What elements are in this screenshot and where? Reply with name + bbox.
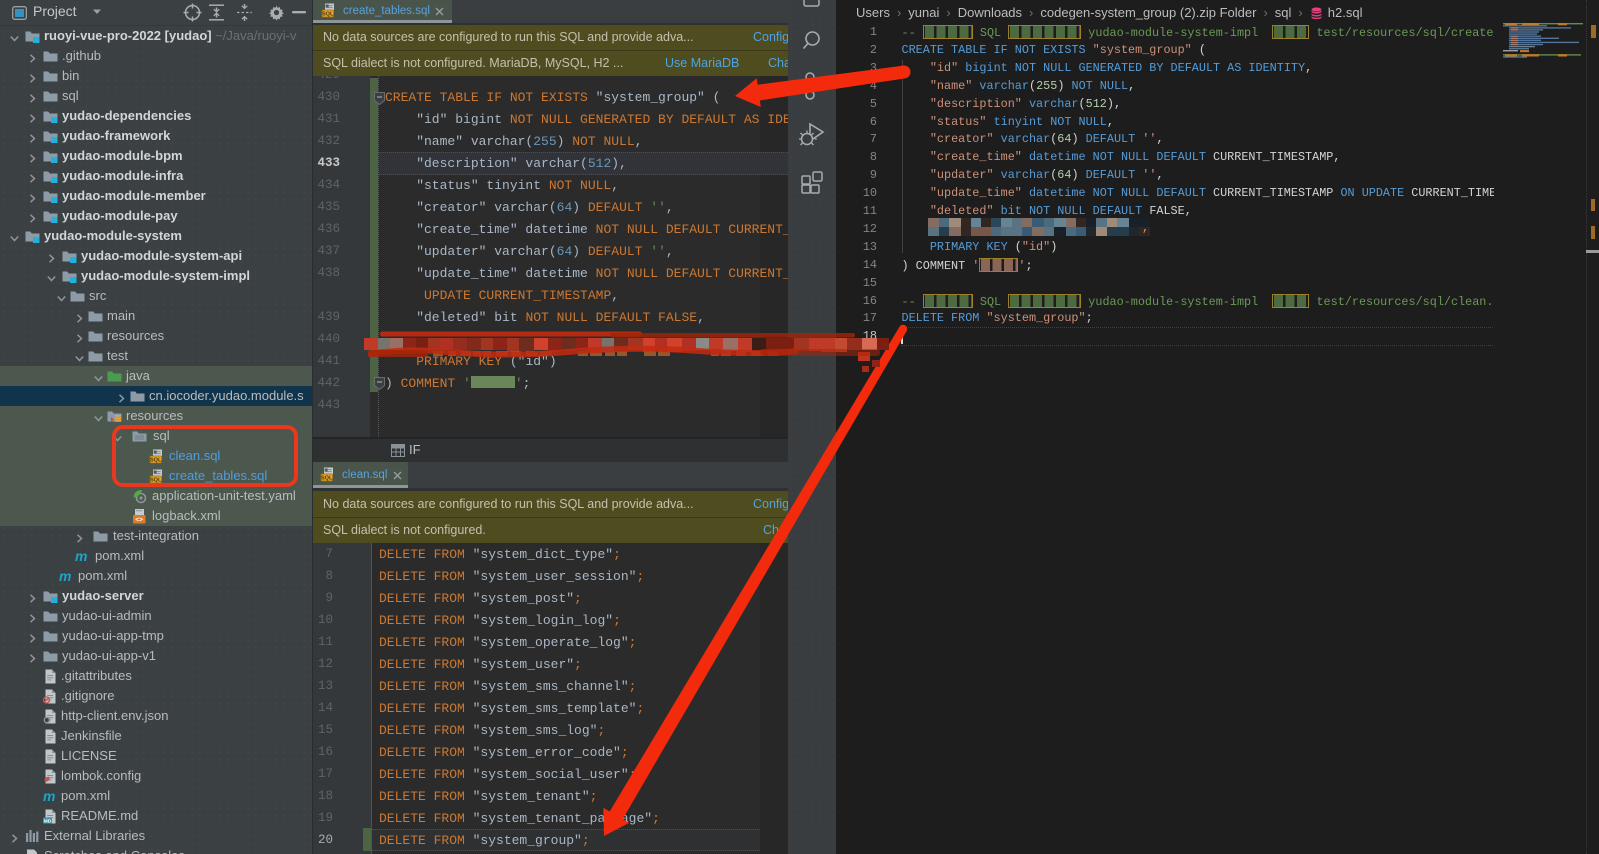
svg-text:SQL: SQL: [321, 476, 333, 482]
svg-text:SQL: SQL: [322, 12, 334, 18]
svg-text:<>: <>: [135, 517, 143, 524]
svg-text:MD: MD: [44, 818, 52, 823]
svg-text:SQL: SQL: [150, 478, 162, 484]
svg-text:m: m: [43, 789, 55, 803]
svg-text:m: m: [75, 549, 87, 563]
svg-text:m: m: [59, 569, 71, 583]
svg-text:SQL: SQL: [150, 458, 162, 464]
